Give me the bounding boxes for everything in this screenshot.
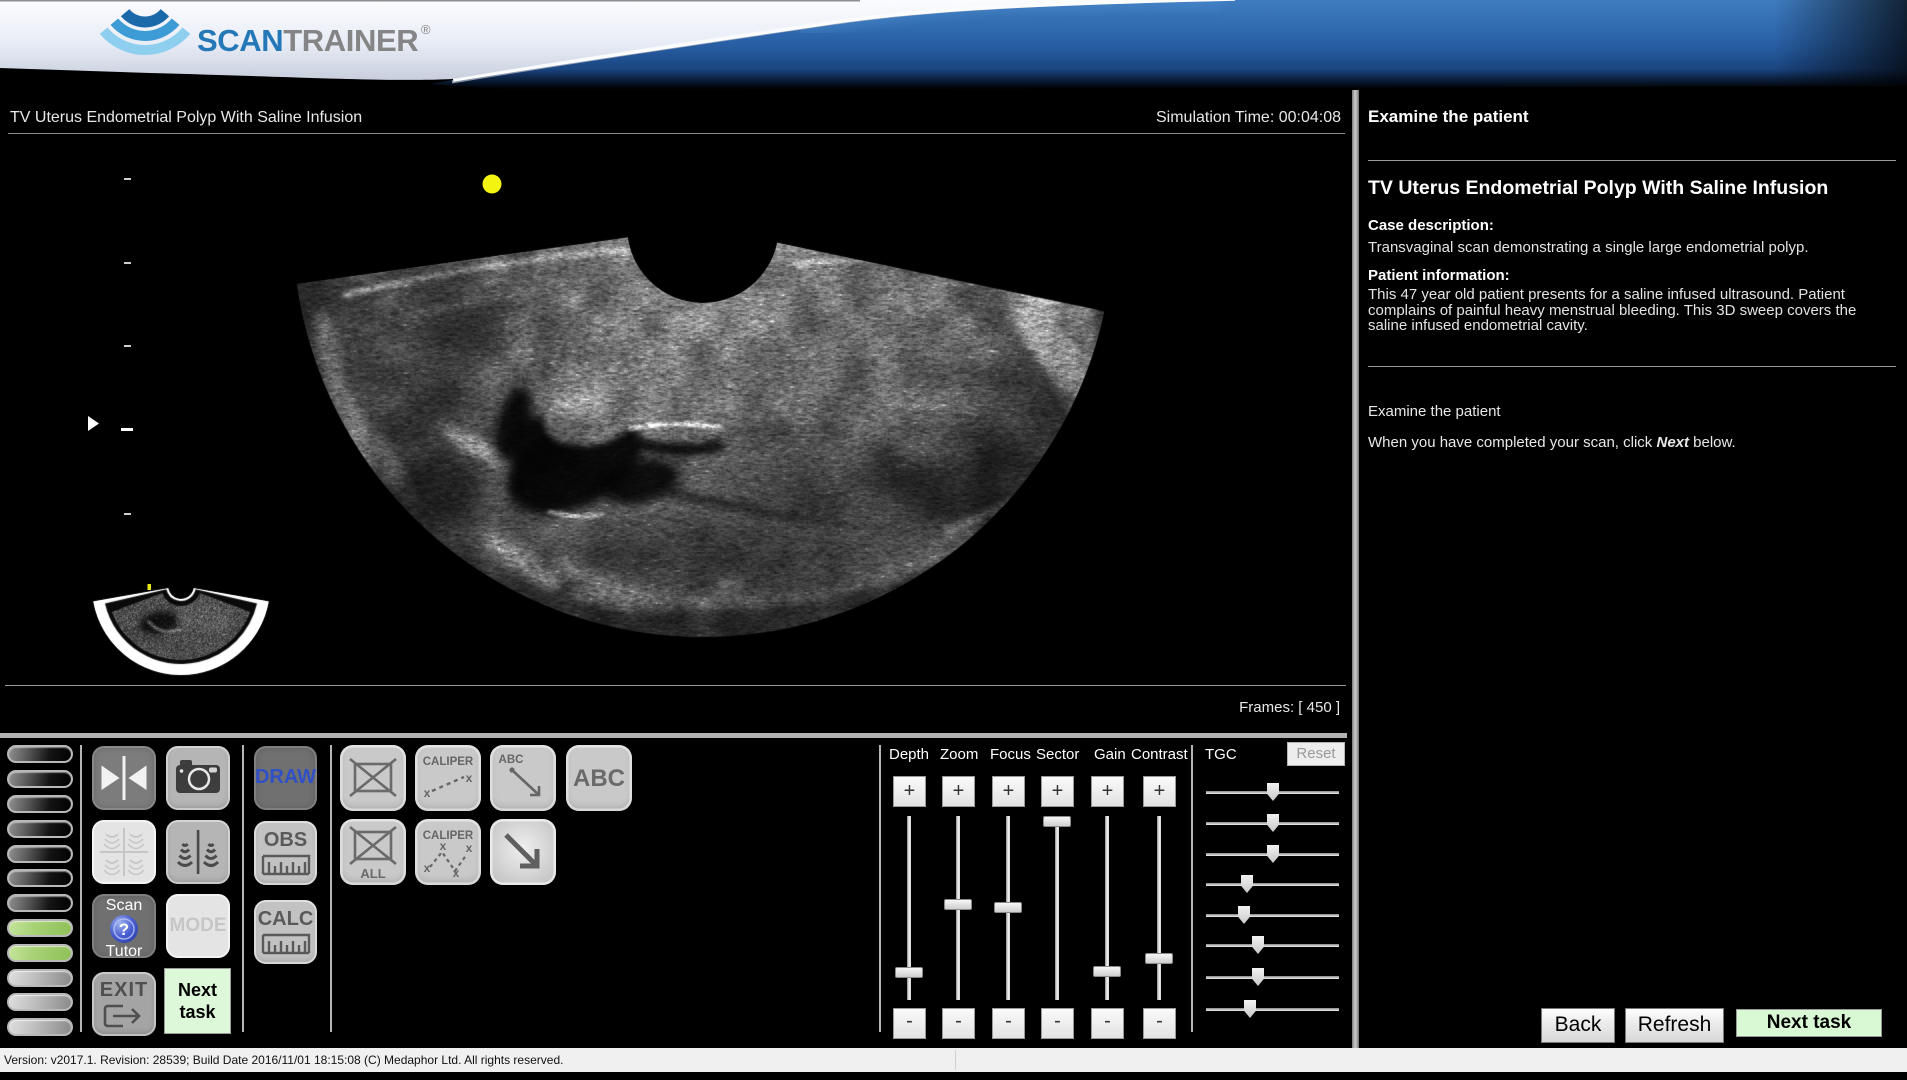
svg-text:x: x: [424, 786, 431, 800]
svg-text:x: x: [440, 839, 447, 853]
svg-text:ABC: ABC: [573, 765, 625, 792]
svg-text:?: ?: [119, 920, 129, 939]
svg-text:SCANTRAINER: SCANTRAINER: [197, 23, 418, 58]
svg-text:x: x: [466, 841, 473, 855]
svg-text:ALL: ALL: [360, 866, 385, 881]
svg-text:ABC: ABC: [499, 754, 524, 766]
svg-text:x: x: [466, 771, 473, 785]
svg-text:x: x: [453, 866, 460, 880]
svg-text:CALIPER: CALIPER: [423, 756, 474, 768]
svg-text:x: x: [424, 861, 431, 875]
svg-text:®: ®: [421, 22, 431, 37]
